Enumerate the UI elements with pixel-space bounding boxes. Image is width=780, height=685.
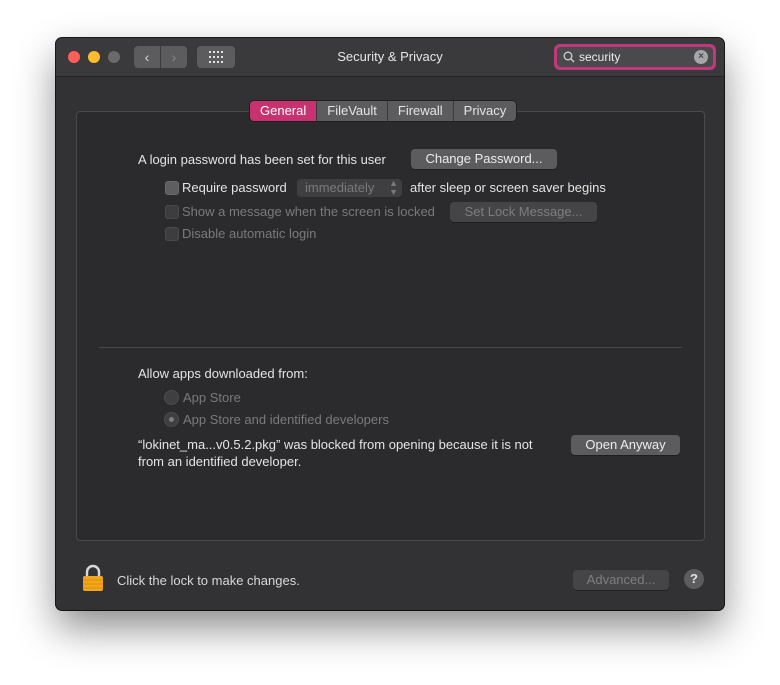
tab-bar: General FileVault Firewall Privacy <box>250 101 517 121</box>
search-field-focus-ring: × <box>554 44 716 70</box>
search-icon <box>563 51 575 63</box>
show-message-label: Show a message when the screen is locked <box>182 204 435 219</box>
app-store-identified-label: App Store and identified developers <box>183 412 389 427</box>
require-password-checkbox[interactable] <box>165 181 179 195</box>
show-message-checkbox[interactable] <box>165 205 179 219</box>
up-down-arrows-icon: ▲ ▼ <box>389 178 398 197</box>
tab-filevault[interactable]: FileVault <box>317 101 388 121</box>
disable-automatic-login-checkbox[interactable] <box>165 227 179 241</box>
login-password-text: A login password has been set for this u… <box>138 152 386 167</box>
app-store-radio[interactable] <box>164 390 179 405</box>
advanced-button[interactable]: Advanced... <box>573 570 669 590</box>
lock-button[interactable] <box>82 564 104 597</box>
blocked-message-line-2: from an identified developer. <box>138 454 302 469</box>
search-input[interactable] <box>579 47 689 67</box>
tab-privacy[interactable]: Privacy <box>453 101 517 121</box>
app-store-label: App Store <box>183 390 241 405</box>
preferences-window: ‹ › Security & Privacy × <box>56 38 724 610</box>
require-password-label: Require password <box>182 180 287 195</box>
allow-apps-heading: Allow apps downloaded from: <box>138 366 308 381</box>
after-sleep-text: after sleep or screen saver begins <box>410 180 606 195</box>
clear-search-icon[interactable]: × <box>694 50 708 64</box>
general-panel: A login password has been set for this u… <box>76 111 705 541</box>
app-store-identified-radio[interactable] <box>164 412 179 427</box>
title-bar: ‹ › Security & Privacy × <box>56 38 724 77</box>
tab-general[interactable]: General <box>250 101 318 121</box>
require-password-delay-popup[interactable]: immediately ▲ ▼ <box>297 179 402 197</box>
disable-automatic-login-label: Disable automatic login <box>182 226 317 241</box>
lock-message: Click the lock to make changes. <box>117 573 300 588</box>
section-divider <box>99 347 682 348</box>
require-password-delay-value: immediately <box>305 180 375 195</box>
set-lock-message-button[interactable]: Set Lock Message... <box>450 202 597 222</box>
search-field[interactable]: × <box>557 47 713 67</box>
help-button[interactable]: ? <box>684 569 704 589</box>
tab-firewall[interactable]: Firewall <box>387 101 454 121</box>
change-password-button[interactable]: Change Password... <box>411 149 557 169</box>
open-anyway-button[interactable]: Open Anyway <box>571 435 680 455</box>
blocked-message-line-1: “lokinet_ma...v0.5.2.pkg” was blocked fr… <box>138 437 533 452</box>
lock-icon <box>83 564 103 591</box>
